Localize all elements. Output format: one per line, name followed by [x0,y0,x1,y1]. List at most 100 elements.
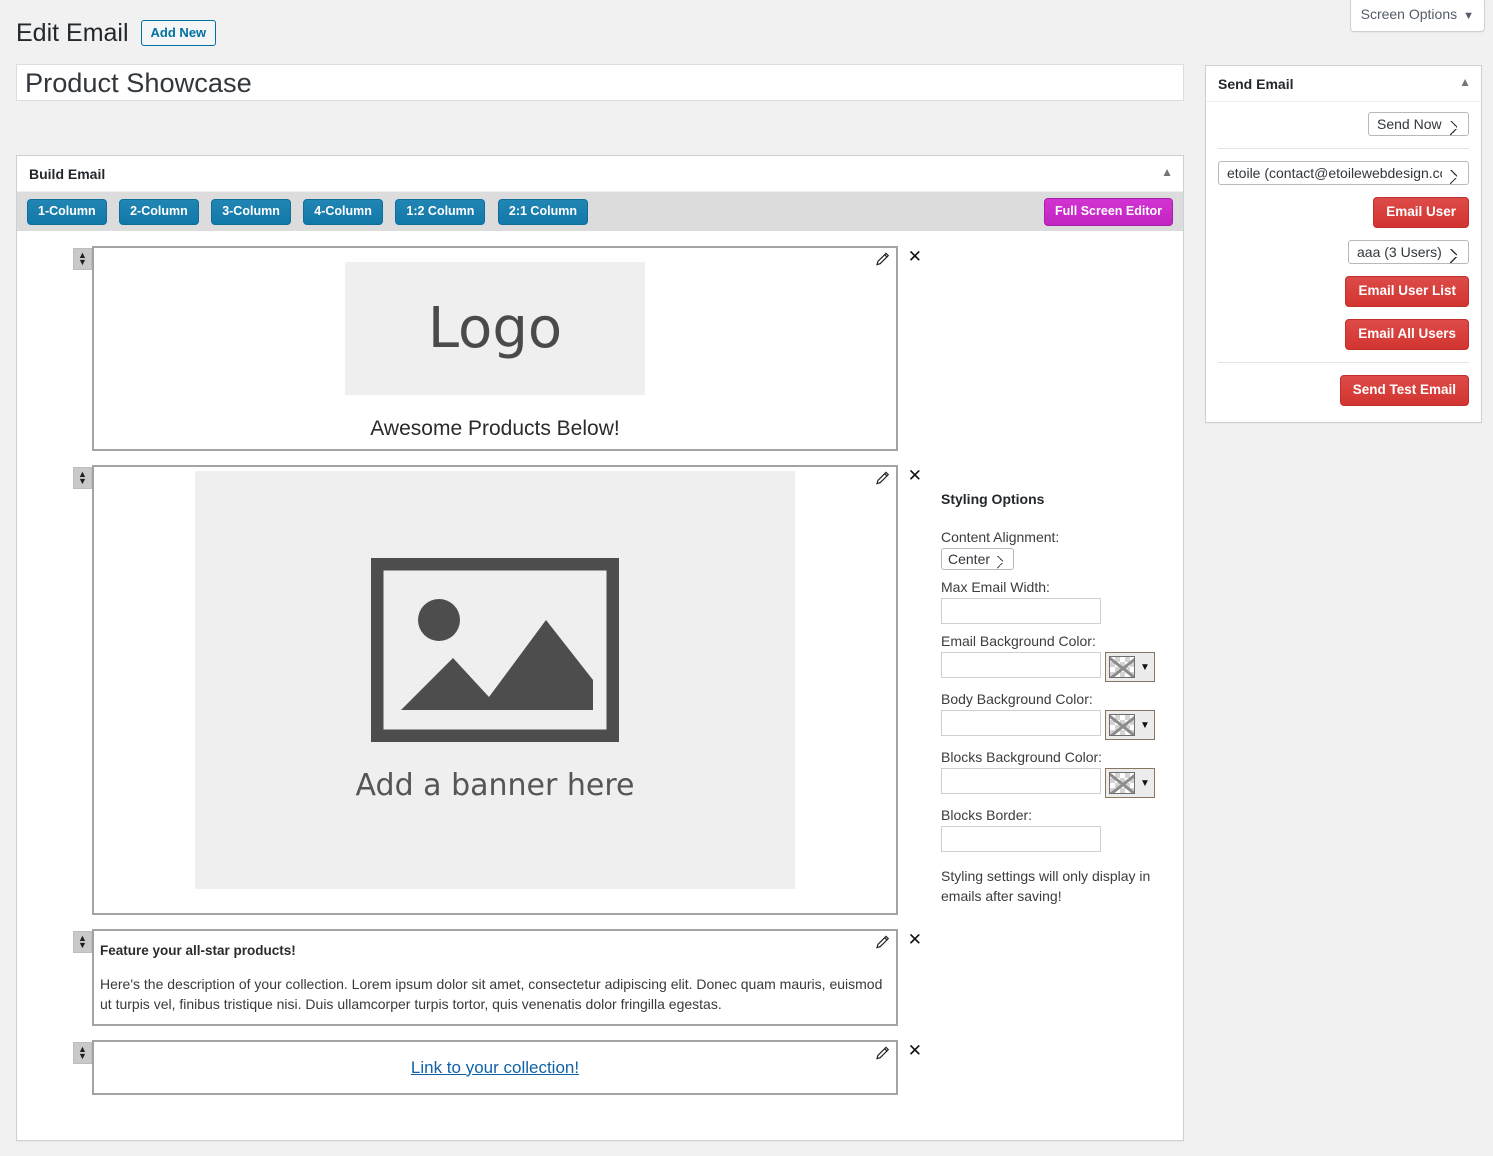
email-user-list-button[interactable]: Email User List [1345,276,1469,307]
content-alignment-select[interactable]: Center [941,548,1014,570]
text-block-body: Here's the description of your collectio… [100,974,890,1014]
blocks-border-input[interactable] [941,826,1101,852]
logo-caption: Awesome Products Below! [370,417,619,441]
btn-3-column[interactable]: 3-Column [211,199,291,225]
chevron-up-icon[interactable]: ▲ [1459,75,1471,89]
styling-options-panel: Styling Options Content Alignment: Cente… [941,491,1181,920]
email-all-users-button[interactable]: Email All Users [1345,319,1469,350]
body-background-color-picker[interactable]: ▼ [1105,710,1155,740]
email-user-list-row: Email User List [1218,276,1469,307]
email-block-text: ▲ ▼ ✕ Feature your all-star products! He… [83,929,898,1026]
drag-updown-icon[interactable]: ▲ ▼ [73,467,92,489]
collection-link[interactable]: Link to your collection! [411,1058,579,1078]
send-email-panel-title: Send Email [1218,76,1293,92]
page-header: Edit Email Add New [16,17,216,49]
blocks-background-color-input[interactable] [941,768,1101,794]
full-screen-editor-button[interactable]: Full Screen Editor [1044,198,1173,226]
btn-4-column[interactable]: 4-Column [303,199,383,225]
email-background-color-row: ▼ [941,652,1181,682]
block-body: ✕ Logo Awesome Products Below! [92,246,898,451]
column-toolbar: 1-Column 2-Column 3-Column 4-Column 1:2 … [17,192,1183,231]
blocks-border-label: Blocks Border: [941,807,1181,823]
btn-1-column[interactable]: 1-Column [27,199,107,225]
logo-placeholder-text: Logo [428,296,562,361]
user-list-select[interactable]: aaa (3 Users) [1348,240,1469,264]
email-title-input[interactable] [16,64,1184,101]
transparent-swatch-icon [1109,772,1135,794]
block-body: ✕ Feature your all-star products! Here's… [92,929,898,1026]
send-email-panel: Send Email ▲ Send Now etoile (contact@et… [1205,65,1482,423]
pencil-icon[interactable] [874,933,892,951]
email-background-color-label: Email Background Color: [941,633,1181,649]
add-new-button[interactable]: Add New [141,20,217,47]
banner-caption: Add a banner here [356,768,635,803]
drag-updown-icon[interactable]: ▲ ▼ [73,1042,92,1064]
blocks-background-color-label: Blocks Background Color: [941,749,1181,765]
styling-options-title: Styling Options [941,491,1181,507]
page-title: Edit Email [16,17,129,49]
content-alignment-label: Content Alignment: [941,529,1181,545]
btn-1-2-column[interactable]: 1:2 Column [395,199,485,225]
admin-page: Screen Options ▼ Edit Email Add New Build… [0,0,1493,1156]
transparent-swatch-icon [1109,656,1135,678]
btn-2-1-column[interactable]: 2:1 Column [498,199,588,225]
from-address-select[interactable]: etoile (contact@etoilewebdesign.co [1218,161,1469,185]
divider [1218,148,1469,149]
styling-note: Styling settings will only display in em… [941,866,1181,906]
screen-options-toggle[interactable]: Screen Options ▼ [1350,0,1485,32]
email-user-button[interactable]: Email User [1373,197,1469,228]
max-email-width-label: Max Email Width: [941,579,1181,595]
send-schedule-select[interactable]: Send Now [1368,112,1469,136]
email-user-row: Email User [1218,197,1469,228]
send-email-panel-body: Send Now etoile (contact@etoilewebdesign… [1206,102,1481,406]
from-row: etoile (contact@etoilewebdesign.co [1218,161,1469,185]
text-block-heading: Feature your all-star products! [100,943,890,958]
body-background-color-row: ▼ [941,710,1181,740]
email-background-color-picker[interactable]: ▼ [1105,652,1155,682]
transparent-swatch-icon [1109,714,1135,736]
arrow-down-glyph: ▼ [78,259,87,266]
chevron-down-icon: ▼ [1463,10,1474,22]
image-placeholder-icon [371,558,619,742]
arrow-down-glyph: ▼ [78,942,87,949]
email-blocks-list: ▲ ▼ ✕ Logo Awesome Products Below! [83,246,898,1095]
chevron-down-icon: ▼ [1140,720,1150,731]
close-icon[interactable]: ✕ [908,1042,922,1060]
banner-placeholder[interactable]: Add a banner here [195,471,795,889]
send-email-panel-header[interactable]: Send Email ▲ [1206,66,1481,102]
chevron-down-icon: ▼ [1140,778,1150,789]
max-email-width-input[interactable] [941,598,1101,624]
blocks-background-color-row: ▼ [941,768,1181,798]
email-block-logo: ▲ ▼ ✕ Logo Awesome Products Below! [83,246,898,451]
body-background-color-input[interactable] [941,710,1101,736]
screen-options-label: Screen Options [1361,6,1458,22]
divider [1218,362,1469,363]
arrow-down-glyph: ▼ [78,478,87,485]
pencil-icon[interactable] [874,1044,892,1062]
logo-placeholder[interactable]: Logo [345,262,645,395]
drag-updown-icon[interactable]: ▲ ▼ [73,931,92,953]
close-icon[interactable]: ✕ [908,467,922,485]
close-icon[interactable]: ✕ [908,248,922,266]
close-icon[interactable]: ✕ [908,931,922,949]
email-background-color-input[interactable] [941,652,1101,678]
pencil-icon[interactable] [874,250,892,268]
build-email-panel-title: Build Email [29,166,105,182]
email-all-users-row: Email All Users [1218,319,1469,350]
arrow-down-glyph: ▼ [78,1053,87,1060]
build-email-panel-header[interactable]: Build Email ▲ [17,156,1183,192]
user-list-row: aaa (3 Users) [1218,240,1469,264]
email-block-link: ▲ ▼ ✕ Link to your collection! [83,1040,898,1095]
drag-updown-icon[interactable]: ▲ ▼ [73,248,92,270]
email-canvas: ▲ ▼ ✕ Logo Awesome Products Below! [17,231,1183,1139]
blocks-background-color-picker[interactable]: ▼ [1105,768,1155,798]
block-body: ✕ Link to your collection! [92,1040,898,1095]
build-email-panel: Build Email ▲ 1-Column 2-Column 3-Column… [16,155,1184,1141]
btn-2-column[interactable]: 2-Column [119,199,199,225]
send-test-email-button[interactable]: Send Test Email [1340,375,1469,406]
chevron-down-icon: ▼ [1140,662,1150,673]
pencil-icon[interactable] [874,469,892,487]
chevron-up-icon[interactable]: ▲ [1161,165,1173,179]
body-background-color-label: Body Background Color: [941,691,1181,707]
send-test-email-row: Send Test Email [1218,375,1469,406]
